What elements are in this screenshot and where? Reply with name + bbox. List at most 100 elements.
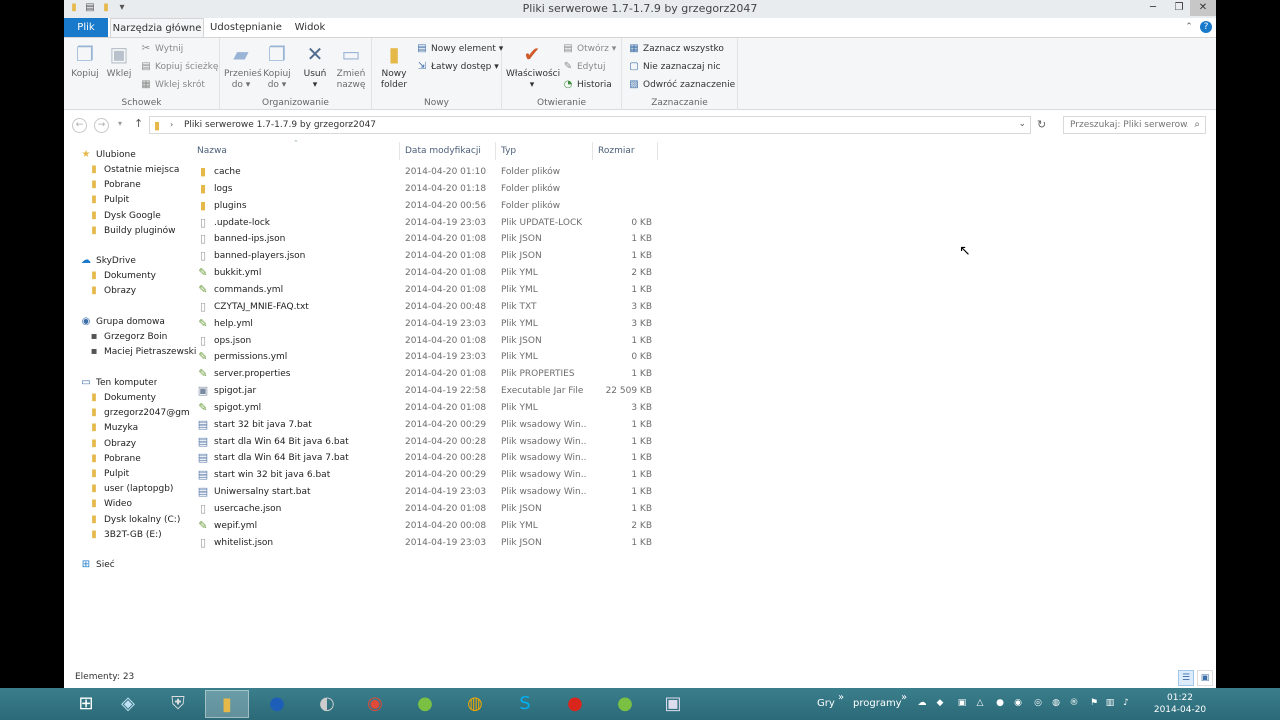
open-button[interactable]: ▤ Otwórz ▾ xyxy=(562,42,616,56)
skype-icon[interactable]: S xyxy=(503,690,547,718)
easy-access-button[interactable]: ⇲ Łatwy dostęp ▾ xyxy=(416,60,499,74)
file-row[interactable]: ✎ wepif.yml 2014-04-20 00:08 Plik YML 2 KB xyxy=(194,518,664,534)
file-row[interactable]: ▮ plugins 2014-04-20 00:56 Folder plików xyxy=(194,198,664,214)
search-icon[interactable]: ⌕ xyxy=(1194,119,1200,130)
chevron-double-right-icon[interactable]: » xyxy=(901,692,907,703)
sidebar-item[interactable]: ▮ Pulpit xyxy=(88,467,129,481)
sidebar-item[interactable]: ▮ Muzyka xyxy=(88,421,138,435)
column-header-name[interactable]: Nazwa xyxy=(197,144,227,158)
spotify-icon[interactable]: ● xyxy=(603,690,647,718)
file-row[interactable]: ▯ banned-players.json 2014-04-20 01:08 Plik… xyxy=(194,248,664,264)
column-separator[interactable] xyxy=(495,142,496,160)
file-explorer-icon[interactable]: ▮ xyxy=(205,690,249,718)
file-row[interactable]: ▤ start win 32 bit java 6.bat 2014-04-20 0… xyxy=(194,467,664,483)
teamspeak-icon[interactable]: ◐ xyxy=(305,690,349,718)
nav-this-pc[interactable]: ▭ Ten komputer xyxy=(80,376,157,390)
details-view-button[interactable]: ☰ xyxy=(1178,670,1194,686)
tab-home[interactable]: Narzędzia główne xyxy=(110,18,204,37)
record-icon[interactable]: ● xyxy=(553,690,597,718)
sidebar-item[interactable]: ▮ Pobrane xyxy=(88,178,141,192)
chrome-icon[interactable]: ◉ xyxy=(353,690,397,718)
sidebar-item[interactable]: ▮ Buildy pluginów xyxy=(88,224,175,238)
delete-button[interactable]: ✕ Usuń ▾ xyxy=(300,42,330,91)
tray-icon[interactable]: ▣ xyxy=(956,698,968,708)
recent-locations-icon[interactable]: ▾ xyxy=(118,119,122,128)
file-row[interactable]: ✎ bukkit.yml 2014-04-20 01:08 Plik YML 2 KB xyxy=(194,265,664,281)
file-row[interactable]: ▯ usercache.json 2014-04-20 01:08 Plik JSON… xyxy=(194,501,664,517)
tray-icon[interactable]: ◉ xyxy=(1012,698,1024,708)
back-button[interactable]: ← xyxy=(72,118,87,133)
new-folder-button[interactable]: ▮ Nowy folder xyxy=(378,42,410,91)
sidebar-item[interactable]: ▮ Pulpit xyxy=(88,193,129,207)
chevron-right-icon[interactable]: › xyxy=(348,120,351,129)
sidebar-item[interactable]: ▮ Dysk lokalny (C:) xyxy=(88,513,180,527)
file-row[interactable]: ▤ Uniwersalny start.bat 2014-04-19 23:03 Pl… xyxy=(194,484,664,500)
spotify-icon[interactable]: ● xyxy=(403,690,447,718)
volume-icon[interactable]: ♪ xyxy=(1120,698,1132,708)
network-tray-icon[interactable]: ▥ xyxy=(1104,698,1116,708)
file-row[interactable]: ▤ start 32 bit java 7.bat 2014-04-20 00:29… xyxy=(194,417,664,433)
forward-button[interactable]: → xyxy=(94,118,109,133)
large-icons-view-button[interactable]: ▣ xyxy=(1197,670,1213,686)
chevron-double-right-icon[interactable]: » xyxy=(838,692,844,703)
flag-icon[interactable]: ⚑ xyxy=(1088,698,1100,708)
copy-button[interactable]: ❐ Kopiuj xyxy=(70,42,100,80)
toolbar-games[interactable]: Gry xyxy=(817,698,835,709)
file-row[interactable]: ▤ start dla Win 64 Bit java 7.bat 2014-04-… xyxy=(194,450,664,466)
column-header-type[interactable]: Typ xyxy=(501,144,516,158)
sidebar-item[interactable]: ▮ Dysk Google xyxy=(88,209,161,223)
file-row[interactable]: ▣ spigot.jar 2014-04-19 22:58 Executable Ja… xyxy=(194,383,664,399)
file-row[interactable]: ✎ permissions.yml 2014-04-19 23:03 Plik YML… xyxy=(194,349,664,365)
nav-network[interactable]: ⊞ Sieć xyxy=(80,558,115,572)
column-separator[interactable] xyxy=(592,142,593,160)
nav-skydrive[interactable]: ☁ SkyDrive xyxy=(80,254,136,268)
clock[interactable]: 01:22 2014-04-20 xyxy=(1140,692,1220,716)
file-row[interactable]: ▯ CZYTAJ_MNIE-FAQ.txt 2014-04-20 00:48 Plik… xyxy=(194,299,664,315)
sidebar-item[interactable]: ▮ Wideo xyxy=(88,497,132,511)
search-input[interactable] xyxy=(1070,119,1188,131)
sidebar-item[interactable]: ▮ Obrazy xyxy=(88,437,136,451)
globe-icon[interactable]: ● xyxy=(255,690,299,718)
invert-selection-button[interactable]: ▧ Odwróć zaznaczenie xyxy=(628,78,735,92)
maximize-button[interactable]: ❐ xyxy=(1166,0,1192,16)
address-bar[interactable]: ▮ › Pliki serwerowe 1.7-1.7.9 by grzegor… xyxy=(149,116,1031,134)
start-button[interactable]: ⊞ xyxy=(64,690,108,718)
minimize-button[interactable]: ─ xyxy=(1140,0,1166,16)
sidebar-item[interactable]: ▪ Maciej Pietraszewski xyxy=(88,345,197,359)
paste-button[interactable]: ▣ Wklej xyxy=(104,42,134,80)
column-separator[interactable] xyxy=(399,142,400,160)
sidebar-item[interactable]: ▪ Grzegorz Boin xyxy=(88,330,168,344)
file-row[interactable]: ▤ start dla Win 64 Bit java 6.bat 2014-04-… xyxy=(194,434,664,450)
tab-file[interactable]: Plik xyxy=(64,18,108,37)
move-to-button[interactable]: ▰ Przenieś do ▾ xyxy=(224,42,262,91)
select-all-button[interactable]: ▦ Zaznacz wszystko xyxy=(628,42,724,56)
file-row[interactable]: ▯ banned-ips.json 2014-04-20 01:08 Plik JSO… xyxy=(194,231,664,247)
nav-favorites[interactable]: ★ Ulubione xyxy=(80,148,136,162)
sidebar-item[interactable]: ▮ grzegorz2047@gm xyxy=(88,406,189,420)
file-row[interactable]: ▯ .update-lock 2014-04-19 23:03 Plik UPDATE… xyxy=(194,215,664,231)
spotify-tray-icon[interactable]: ● xyxy=(994,698,1006,708)
copy-path-button[interactable]: ▤ Kopiuj ścieżkę xyxy=(140,60,218,74)
nav-homegroup[interactable]: ◉ Grupa domowa xyxy=(80,315,165,329)
rename-button[interactable]: ▭ Zmień nazwę xyxy=(334,42,368,91)
headphones-icon[interactable]: ◍ xyxy=(453,690,497,718)
history-button[interactable]: ◔ Historia xyxy=(562,78,612,92)
tab-view[interactable]: Widok xyxy=(288,18,332,37)
new-item-button[interactable]: ▤ Nowy element ▾ xyxy=(416,42,503,56)
file-row[interactable]: ✎ server.properties 2014-04-20 01:08 Plik P… xyxy=(194,366,664,382)
select-none-button[interactable]: ▢ Nie zaznaczaj nic xyxy=(628,60,720,74)
file-row[interactable]: ▮ logs 2014-04-20 01:18 Folder plików xyxy=(194,181,664,197)
sidebar-item[interactable]: ▮ Ostatnie miejsca xyxy=(88,163,179,177)
tab-share[interactable]: Udostępnianie xyxy=(208,18,284,37)
tray-icon[interactable]: ® xyxy=(1068,698,1080,708)
column-header-size[interactable]: Rozmiar xyxy=(598,144,635,158)
tray-icon[interactable]: ◎ xyxy=(1032,698,1044,708)
sidebar-item[interactable]: ▮ Dokumenty xyxy=(88,391,156,405)
file-row[interactable]: ✎ help.yml 2014-04-19 23:03 Plik YML 3 KB xyxy=(194,316,664,332)
file-row[interactable]: ✎ commands.yml 2014-04-20 01:08 Plik YML 1 K… xyxy=(194,282,664,298)
file-row[interactable]: ✎ spigot.yml 2014-04-20 01:08 Plik YML 3 KB xyxy=(194,400,664,416)
sidebar-item[interactable]: ▮ user (laptopgb) xyxy=(88,482,173,496)
sidebar-item[interactable]: ▮ Obrazy xyxy=(88,284,136,298)
file-row[interactable]: ▯ whitelist.json 2014-04-19 23:03 Plik JSON… xyxy=(194,535,664,551)
tray-icon[interactable]: ◆ xyxy=(934,698,946,708)
